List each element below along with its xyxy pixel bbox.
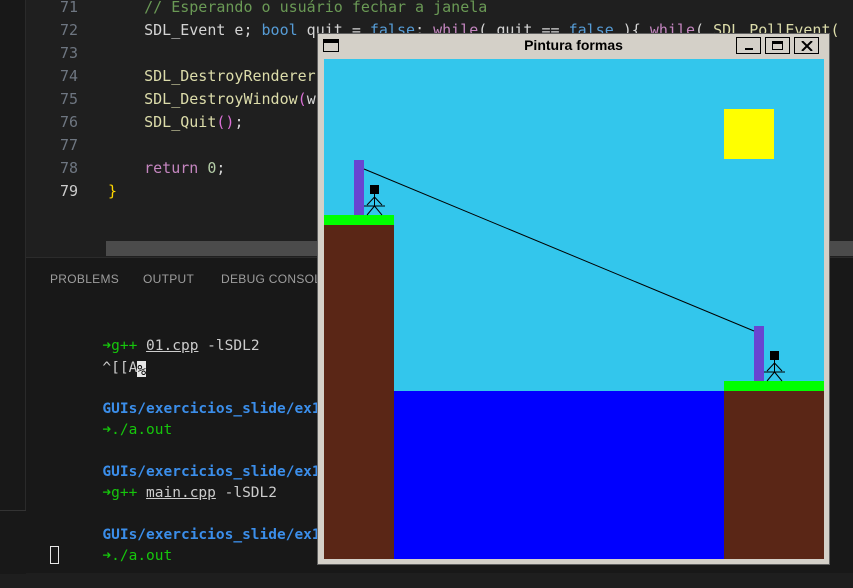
terminal-line: GUIs/exercicios_slide/ex1 … [50, 378, 338, 417]
water [394, 391, 724, 559]
activity-bar [0, 0, 26, 573]
terminal-line: ➜g++ main.cpp -lSDL2 [50, 462, 277, 501]
line-number: 72 [59, 21, 78, 39]
code-text: return 0; [144, 159, 226, 177]
terminal-cursor: % [137, 361, 147, 379]
close-icon [801, 41, 813, 51]
code-text: SDL_DestroyWindow(w [108, 90, 316, 108]
right-cliff-dirt [724, 391, 824, 559]
close-button[interactable] [794, 37, 819, 54]
left-pole [354, 160, 364, 215]
terminal-line: ➜./a.out [50, 399, 172, 438]
terminal-command: ./a.out [111, 422, 173, 438]
window-titlebar[interactable]: Pintura formas [318, 34, 829, 58]
right-pole [754, 326, 764, 381]
terminal-file: 01.cpp [146, 338, 199, 354]
status-strip [0, 510, 26, 574]
line-number: 76 [59, 113, 78, 131]
terminal-line: ➜g++ 01.cpp -lSDL2 [50, 315, 259, 354]
line-number: 75 [59, 90, 78, 108]
line-number: 79 [59, 182, 78, 200]
tab-problems[interactable]: PROBLEMS [50, 272, 119, 286]
left-cliff-grass [324, 215, 394, 225]
code-text: // Esperando o usuário fechar a janela [144, 0, 488, 16]
terminal-cursor [50, 546, 59, 564]
terminal-file: main.cpp [146, 485, 216, 501]
prompt-arrow-icon: ➜ [102, 485, 112, 501]
line-number: 78 [59, 159, 78, 177]
prompt-arrow-icon: ➜ [102, 422, 112, 438]
line-number: 74 [59, 67, 78, 85]
maximize-button[interactable] [765, 37, 790, 54]
terminal-line: ➜./a.out [50, 525, 172, 564]
sdl-window[interactable]: Pintura formas [317, 33, 830, 565]
terminal-line: ^[[A% [50, 337, 147, 379]
line-number: 71 [59, 0, 78, 16]
terminal-args: -lSDL2 [198, 338, 260, 354]
left-cliff-dirt [324, 225, 394, 559]
terminal-args: -lSDL2 [215, 485, 277, 501]
prompt-arrow-icon: ➜ [102, 548, 112, 564]
terminal-command: g++ [111, 485, 147, 501]
terminal-line: GUIs/exercicios_slide/ex1 … [50, 504, 338, 543]
tab-debug-console[interactable]: DEBUG CONSOLE [221, 272, 330, 286]
terminal-text: ^[[A [102, 360, 138, 376]
line-number: 73 [59, 44, 78, 62]
terminal-command: ./a.out [111, 548, 173, 564]
minimize-button[interactable] [736, 37, 761, 54]
drawing-canvas[interactable] [324, 59, 824, 559]
code-text: SDL_Quit(); [108, 113, 244, 131]
sun [724, 109, 774, 159]
code-text: SDL_DestroyRenderer [108, 67, 316, 85]
right-cliff-grass [724, 381, 824, 391]
line-number: 77 [59, 136, 78, 154]
code-text: } [108, 182, 118, 200]
tab-output[interactable]: OUTPUT [143, 272, 194, 286]
